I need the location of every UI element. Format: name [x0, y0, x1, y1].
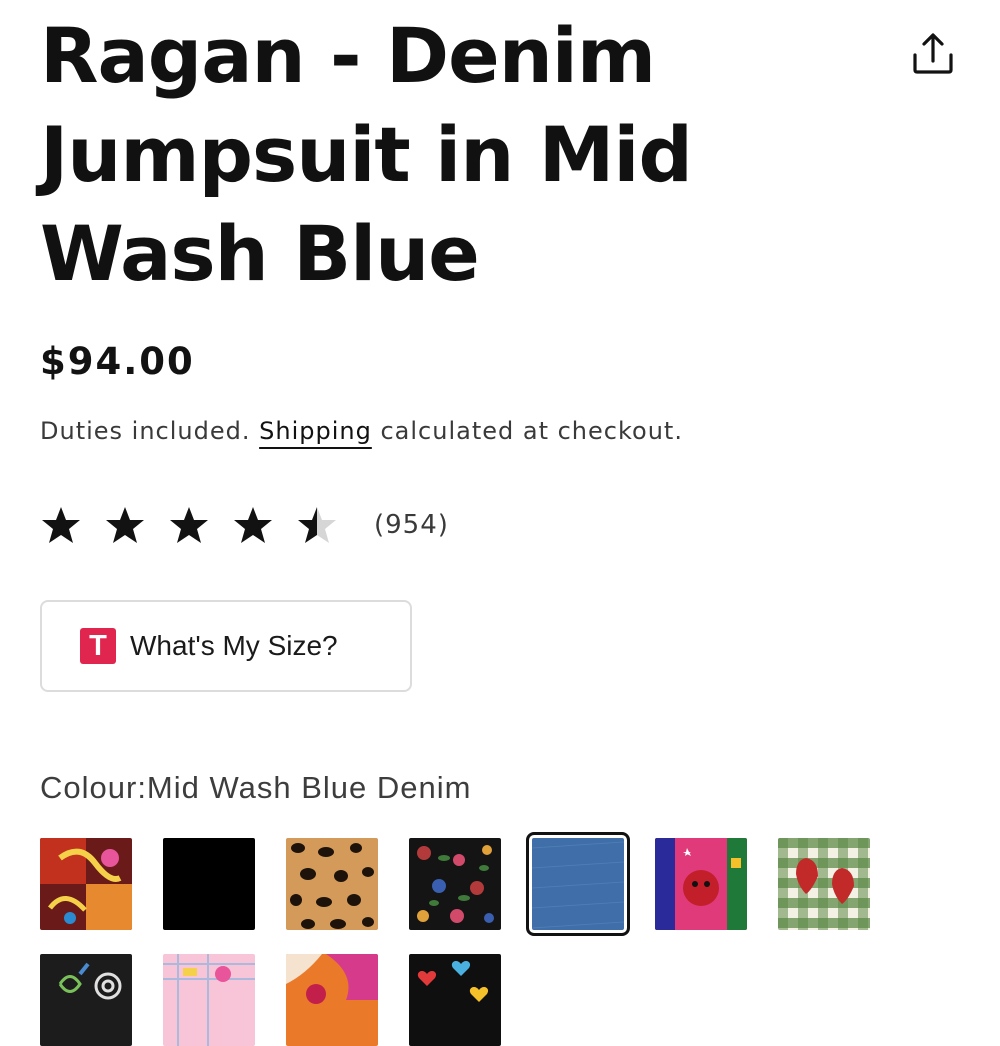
- share-button[interactable]: [904, 28, 962, 80]
- tax-note-suffix: calculated at checkout.: [380, 417, 683, 445]
- tax-note: Duties included. Shipping calculated at …: [40, 417, 683, 445]
- product-rating[interactable]: (954): [40, 504, 449, 546]
- share-icon: [913, 33, 953, 74]
- swatch-orange-pink-abstract[interactable]: [286, 954, 378, 1046]
- swatch-mid-wash-blue-denim[interactable]: [532, 838, 624, 930]
- swatch-pink-face-print[interactable]: [655, 838, 747, 930]
- rating-stars: [40, 504, 360, 546]
- swatch-green-gingham-strawberry[interactable]: [778, 838, 870, 930]
- shipping-link[interactable]: Shipping: [259, 417, 372, 445]
- swatch-dark-swirl-print[interactable]: [40, 954, 132, 1046]
- swatch-leopard-print[interactable]: [286, 838, 378, 930]
- swatch-pink-pastel-print[interactable]: [163, 954, 255, 1046]
- product-price: $94.00: [40, 340, 195, 383]
- product-title: Ragan - Denim Jumpsuit in Mid Wash Blue: [40, 11, 693, 298]
- rating-count[interactable]: (954): [374, 510, 449, 540]
- truefit-logo-icon: T: [80, 628, 116, 664]
- star-icon: [234, 507, 272, 543]
- colour-label: Colour:Mid Wash Blue Denim: [40, 770, 472, 805]
- whats-my-size-button[interactable]: T What's My Size?: [40, 600, 412, 692]
- swatch-dark-floral-print[interactable]: [409, 838, 501, 930]
- star-icon: [106, 507, 144, 543]
- star-icon: [170, 507, 208, 543]
- whats-my-size-label: What's My Size?: [130, 630, 338, 661]
- swatch-black[interactable]: [163, 838, 255, 930]
- star-icon: [298, 507, 336, 543]
- swatch-black-hearts-print[interactable]: [409, 954, 501, 1046]
- tax-note-prefix: Duties included.: [40, 417, 251, 445]
- swatch-colorful-abstract-print[interactable]: [40, 838, 132, 930]
- star-icon: [42, 507, 80, 543]
